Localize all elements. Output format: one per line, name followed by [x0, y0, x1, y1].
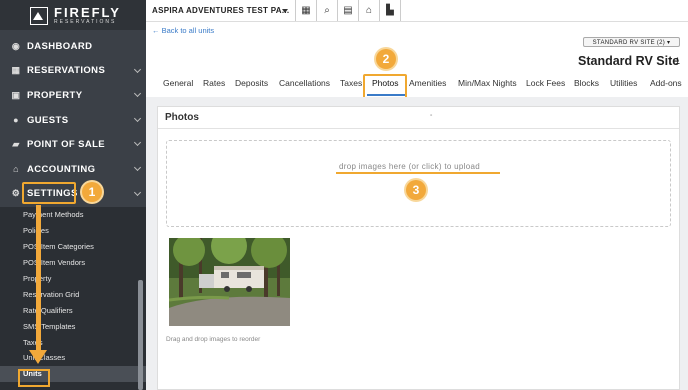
- rv-campsite-photo: [169, 238, 290, 326]
- tab-lock-fees[interactable]: Lock Fees: [526, 78, 565, 88]
- chevron-down-icon: [133, 90, 142, 98]
- callout-arrow-shaft: [36, 205, 41, 355]
- sidebar-item-reservations[interactable]: ▦ RESERVATIONS: [0, 59, 146, 84]
- building-icon: ▙: [386, 5, 394, 16]
- search-icon: ⌕: [324, 5, 330, 16]
- sidebar-item-guests[interactable]: ● GUESTS: [0, 108, 146, 133]
- settings-submenu: Payment Methods Policies POS Item Catego…: [0, 207, 146, 390]
- callout-badge-2: 2: [376, 49, 396, 69]
- submenu-item-policies[interactable]: Policies: [0, 223, 146, 239]
- submenu-item-pos-item-vendors[interactable]: POS Item Vendors: [0, 255, 146, 271]
- panel-collapse-toggle[interactable]: -: [430, 112, 432, 119]
- tab-utilities[interactable]: Utilities: [610, 78, 637, 88]
- tab-cancellations[interactable]: Cancellations: [279, 78, 330, 88]
- units-highlight-box: [18, 369, 50, 387]
- sidebar-scrollbar[interactable]: [138, 280, 143, 390]
- reorder-hint: Drag and drop images to reorder: [166, 336, 261, 343]
- page-title: Standard RV Site: [578, 54, 680, 68]
- calendar-button[interactable]: ▤: [338, 0, 359, 21]
- calendar-icon: ▤: [343, 5, 353, 16]
- brand-name: FIREFLY: [54, 4, 121, 20]
- photos-panel-title: Photos: [165, 112, 199, 123]
- tab-add-ons[interactable]: Add-ons: [650, 78, 682, 88]
- photo-thumbnail[interactable]: [169, 238, 290, 326]
- submenu-item-pos-item-categories[interactable]: POS Item Categories: [0, 239, 146, 255]
- settings-highlight-box: [22, 182, 76, 204]
- bank-icon: ⌂: [13, 164, 19, 175]
- submenu-item-property[interactable]: Property: [0, 271, 146, 287]
- site-selector[interactable]: ASPIRA ADVENTURES TEST PA...: [146, 0, 296, 21]
- tab-amenities[interactable]: Amenities: [409, 78, 446, 88]
- sidebar-item-label: PROPERTY: [27, 89, 83, 101]
- unit-selector-badge[interactable]: STANDARD RV SITE (2) ▾: [583, 37, 680, 47]
- user-icon: ●: [13, 115, 19, 126]
- cart-icon: ▰: [12, 139, 20, 150]
- calendar-icon: ▦: [11, 65, 21, 76]
- brand-sub: RESERVATIONS: [54, 18, 117, 25]
- gear-icon: ⚙: [11, 188, 21, 199]
- callout-badge-1: 1: [82, 182, 102, 202]
- tab-taxes[interactable]: Taxes: [340, 78, 362, 88]
- photos-panel-header: Photos -: [158, 107, 679, 129]
- property-icon: ▣: [11, 89, 21, 100]
- brand-logo[interactable]: FIREFLY RESERVATIONS: [0, 0, 146, 30]
- submenu-item-unit-classes[interactable]: Unit Classes: [0, 350, 146, 366]
- tab-min-max-nights[interactable]: Min/Max Nights: [458, 78, 517, 88]
- submenu-item-payment-methods[interactable]: Payment Methods: [0, 207, 146, 223]
- tab-general[interactable]: General: [163, 78, 193, 88]
- submenu-item-sms-templates[interactable]: SMS Templates: [0, 318, 146, 334]
- home-icon: ⌂: [365, 5, 373, 16]
- page-title-count: 1: [675, 56, 681, 66]
- grid-button[interactable]: ▦: [296, 0, 317, 21]
- sidebar-nav: ◉ DASHBOARD ▦ RESERVATIONS ▣ PROPERTY ● …: [0, 34, 146, 206]
- sidebar-item-label: ACCOUNTING: [27, 163, 96, 175]
- chevron-down-icon: [133, 188, 142, 196]
- sidebar-item-dashboard[interactable]: ◉ DASHBOARD: [0, 34, 146, 59]
- sidebar-item-label: DASHBOARD: [27, 40, 93, 52]
- dashboard-icon: ◉: [11, 40, 21, 51]
- submenu-item-rate-qualifiers[interactable]: Rate Qualifiers: [0, 302, 146, 318]
- sidebar-item-label: POINT OF SALE: [27, 139, 106, 151]
- callout-badge-3: 3: [406, 180, 426, 200]
- dropzone-text[interactable]: drop images here (or click) to upload: [339, 162, 480, 171]
- tab-rates[interactable]: Rates: [203, 78, 225, 88]
- unit-tabs: General Rates Deposits Cancellations Tax…: [146, 78, 688, 96]
- building-button[interactable]: ▙: [380, 0, 401, 21]
- caret-down-icon: [282, 9, 288, 13]
- home-button[interactable]: ⌂: [359, 0, 380, 21]
- sidebar-item-accounting[interactable]: ⌂ ACCOUNTING: [0, 157, 146, 182]
- grid-icon: ▦: [301, 5, 311, 16]
- chevron-down-icon: [133, 139, 142, 147]
- chevron-down-icon: [133, 65, 142, 73]
- submenu-item-reservation-grid[interactable]: Reservation Grid: [0, 286, 146, 302]
- chevron-down-icon: [133, 114, 142, 122]
- callout-arrow-head: [29, 350, 47, 364]
- sidebar-item-label: GUESTS: [27, 114, 69, 126]
- photos-tab-highlight-box: [363, 74, 407, 99]
- dropzone-highlight-underline: [336, 172, 500, 174]
- sidebar-item-label: RESERVATIONS: [27, 65, 106, 77]
- site-selector-label: ASPIRA ADVENTURES TEST PA...: [152, 6, 290, 15]
- tab-blocks[interactable]: Blocks: [574, 78, 599, 88]
- sidebar-item-point-of-sale[interactable]: ▰ POINT OF SALE: [0, 132, 146, 157]
- sidebar-item-property[interactable]: ▣ PROPERTY: [0, 83, 146, 108]
- back-to-units-link[interactable]: ← Back to all units: [152, 26, 214, 35]
- search-button[interactable]: ⌕: [317, 0, 338, 21]
- firefly-logo-icon: [30, 7, 48, 25]
- top-bar: ASPIRA ADVENTURES TEST PA... ▦ ⌕ ▤ ⌂ ▙: [146, 0, 688, 22]
- chevron-down-icon: [133, 163, 142, 172]
- submenu-item-taxes[interactable]: Taxes: [0, 334, 146, 350]
- tab-deposits[interactable]: Deposits: [235, 78, 268, 88]
